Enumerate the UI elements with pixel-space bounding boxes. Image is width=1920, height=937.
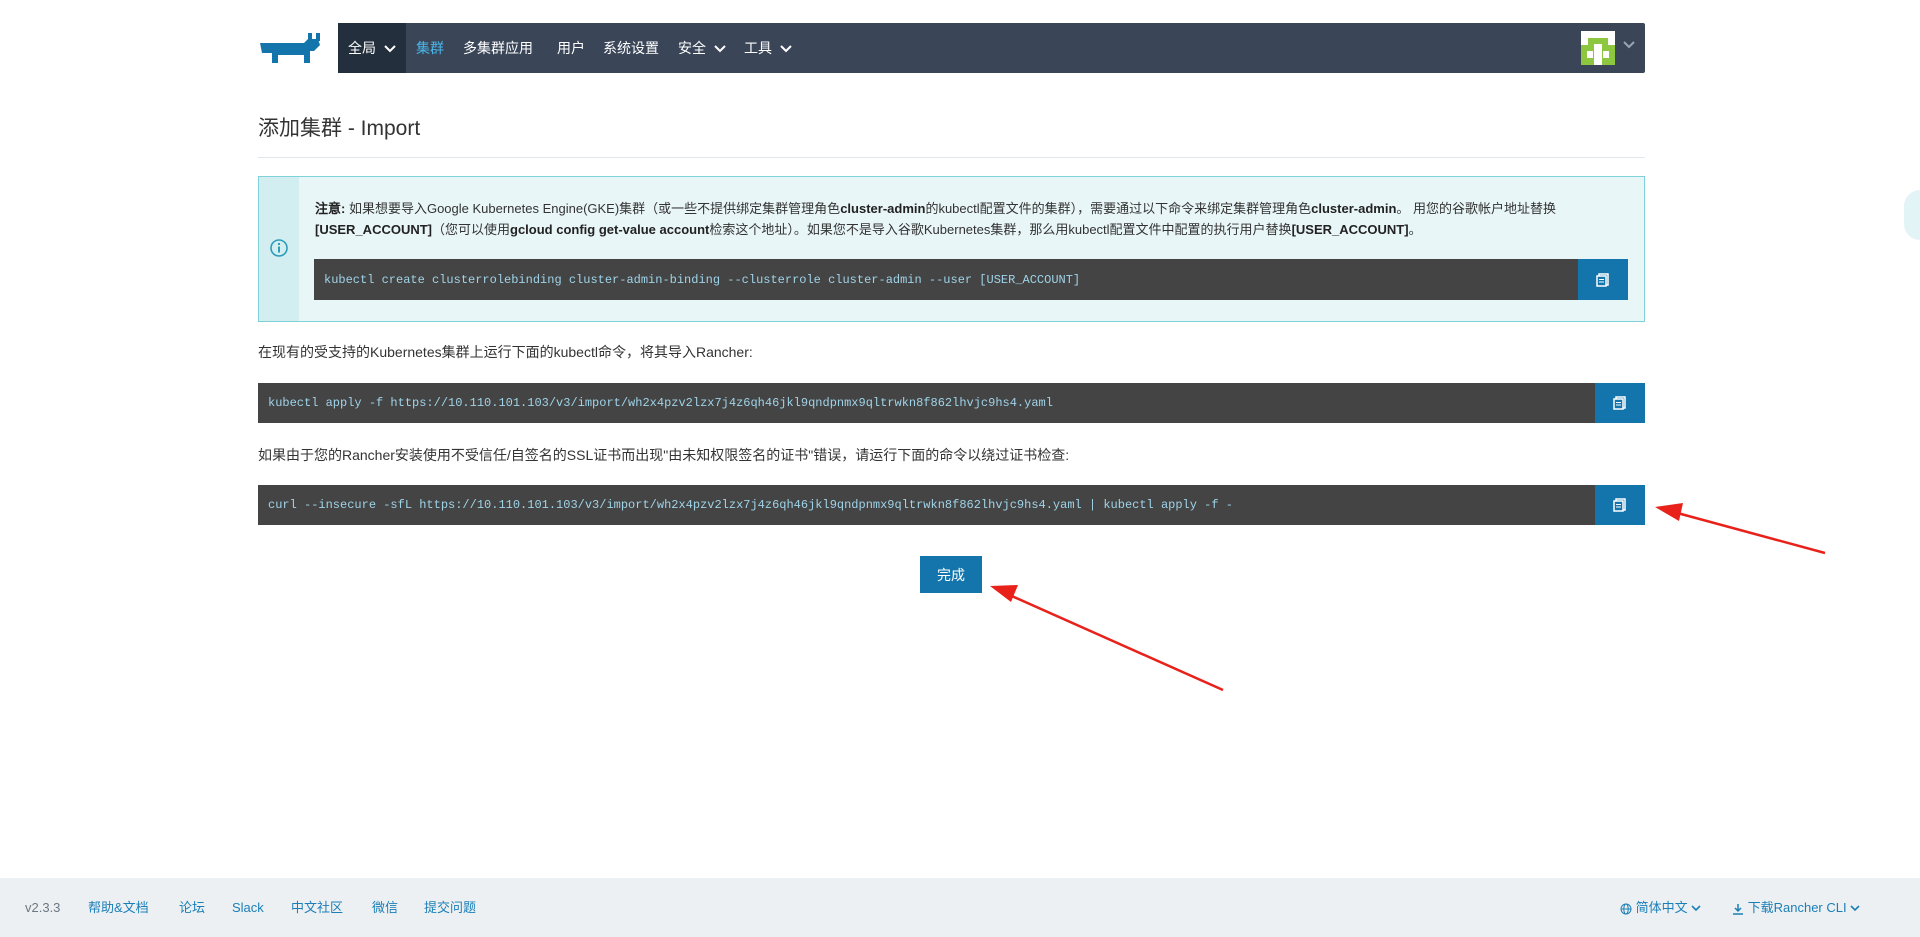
gke-notice-box: 注意: 如果想要导入Google Kubernetes Engine(GKE)集… — [258, 176, 1645, 322]
user-avatar[interactable] — [1581, 31, 1615, 65]
kubectl-apply-command-text[interactable]: kubectl apply -f https://10.110.101.103/… — [268, 383, 1053, 423]
notice-sidebar — [259, 177, 299, 321]
chevron-down-icon — [384, 45, 396, 53]
page-title: 添加集群 - Import — [258, 117, 421, 140]
footer-version[interactable]: v2.3.3 — [25, 878, 60, 937]
footer-link-wechat[interactable]: 微信 — [372, 878, 398, 937]
footer-link-chinese-community[interactable]: 中文社区 — [291, 878, 343, 937]
nav-tools-label: 工具 — [744, 40, 772, 56]
chevron-down-icon — [780, 45, 792, 53]
clusterrolebinding-command-text[interactable]: kubectl create clusterrolebinding cluste… — [324, 259, 1080, 300]
notice-bold-1: cluster-admin — [840, 201, 926, 216]
notice-text-3: 。 用您的谷歌帐户地址替换 — [1396, 201, 1557, 216]
clipboard-icon — [1596, 272, 1609, 287]
avatar-icon — [1581, 31, 1615, 65]
clipboard-icon — [1613, 498, 1626, 512]
scroll-indicator — [1904, 190, 1920, 240]
footer-link-slack[interactable]: Slack — [232, 878, 264, 937]
copy-clusterrolebinding-button[interactable] — [1578, 259, 1628, 300]
nav-item-multi-cluster-apps[interactable]: 多集群应用 — [463, 23, 533, 73]
notice-bold-3: [USER_ACCOUNT] — [315, 222, 432, 237]
notice-bold-2: cluster-admin — [1311, 201, 1397, 216]
done-button[interactable]: 完成 — [920, 556, 982, 593]
user-menu-chevron-icon[interactable] — [1623, 41, 1635, 49]
nav-item-users[interactable]: 用户 — [557, 23, 585, 73]
footer-link-report-issue[interactable]: 提交问题 — [424, 878, 476, 937]
app-header: 全局 集群 多集群应用 用户 系统设置 安全 工具 — [258, 23, 1645, 73]
download-cli-link[interactable]: 下载Rancher CLI — [1732, 878, 1860, 937]
info-icon — [270, 239, 288, 257]
clusterrolebinding-command-box: kubectl create clusterrolebinding cluste… — [314, 259, 1628, 300]
nav-item-clusters[interactable]: 集群 — [416, 23, 444, 73]
footer-link-help-docs[interactable]: 帮助&文档 — [88, 878, 149, 937]
curl-insecure-command-text[interactable]: curl --insecure -sfL https://10.110.101.… — [268, 485, 1233, 525]
annotation-arrow-icon — [990, 585, 1224, 692]
notice-bold-4: gcloud config get-value account — [510, 222, 710, 237]
title-divider — [258, 157, 1645, 158]
import-instruction-text: 在现有的受支持的Kubernetes集群上运行下面的kubectl命令，将其导入… — [258, 344, 753, 360]
nav-item-tools[interactable]: 工具 — [744, 23, 792, 73]
copy-kubectl-apply-button[interactable] — [1595, 383, 1645, 423]
kubectl-apply-command-box: kubectl apply -f https://10.110.101.103/… — [258, 383, 1645, 423]
insecure-instruction-text: 如果由于您的Rancher安装使用不受信任/自签名的SSL证书而出现"由未知权限… — [258, 447, 1070, 463]
footer-link-forum[interactable]: 论坛 — [179, 878, 205, 937]
language-label: 简体中文 — [1635, 900, 1688, 915]
copy-curl-insecure-button[interactable] — [1595, 485, 1645, 525]
nav-global-dropdown[interactable]: 全局 — [338, 23, 406, 73]
chevron-down-icon — [1850, 905, 1860, 912]
notice-bold-5: [USER_ACCOUNT] — [1291, 222, 1409, 237]
notice-text-4: （您可以使用 — [432, 222, 511, 237]
curl-insecure-command-box: curl --insecure -sfL https://10.110.101.… — [258, 485, 1645, 525]
notice-text-6: 。 — [1408, 222, 1422, 237]
chevron-down-icon — [714, 45, 726, 53]
clipboard-icon — [1613, 396, 1626, 410]
language-selector[interactable]: 简体中文 — [1620, 878, 1701, 937]
notice-text-2: 的kubectl配置文件的集群），需要通过以下命令来绑定集群管理角色 — [925, 201, 1312, 216]
globe-icon — [1620, 903, 1632, 915]
download-icon — [1733, 903, 1743, 915]
page-footer: v2.3.3 帮助&文档 论坛 Slack 中文社区 微信 提交问题 简体中文 … — [0, 878, 1920, 937]
download-cli-label: 下载Rancher CLI — [1747, 900, 1847, 915]
chevron-down-icon — [1691, 905, 1701, 912]
nav-security-label: 安全 — [678, 40, 706, 56]
annotation-arrow-icon — [1655, 503, 1826, 555]
notice-label: 注意: — [315, 201, 346, 216]
notice-text: 注意: 如果想要导入Google Kubernetes Engine(GKE)集… — [315, 198, 1615, 240]
nav-item-settings[interactable]: 系统设置 — [603, 23, 659, 73]
notice-text-5: 检索这个地址）。如果您不是导入谷歌Kubernetes集群，那么用kubectl… — [709, 222, 1292, 237]
nav-global-label: 全局 — [348, 40, 376, 56]
notice-text-1: 如果想要导入Google Kubernetes Engine(GKE)集群（或一… — [345, 201, 841, 216]
rancher-logo-icon[interactable] — [258, 31, 324, 71]
main-navbar: 全局 集群 多集群应用 用户 系统设置 安全 工具 — [338, 23, 1645, 73]
nav-item-security[interactable]: 安全 — [678, 23, 726, 73]
